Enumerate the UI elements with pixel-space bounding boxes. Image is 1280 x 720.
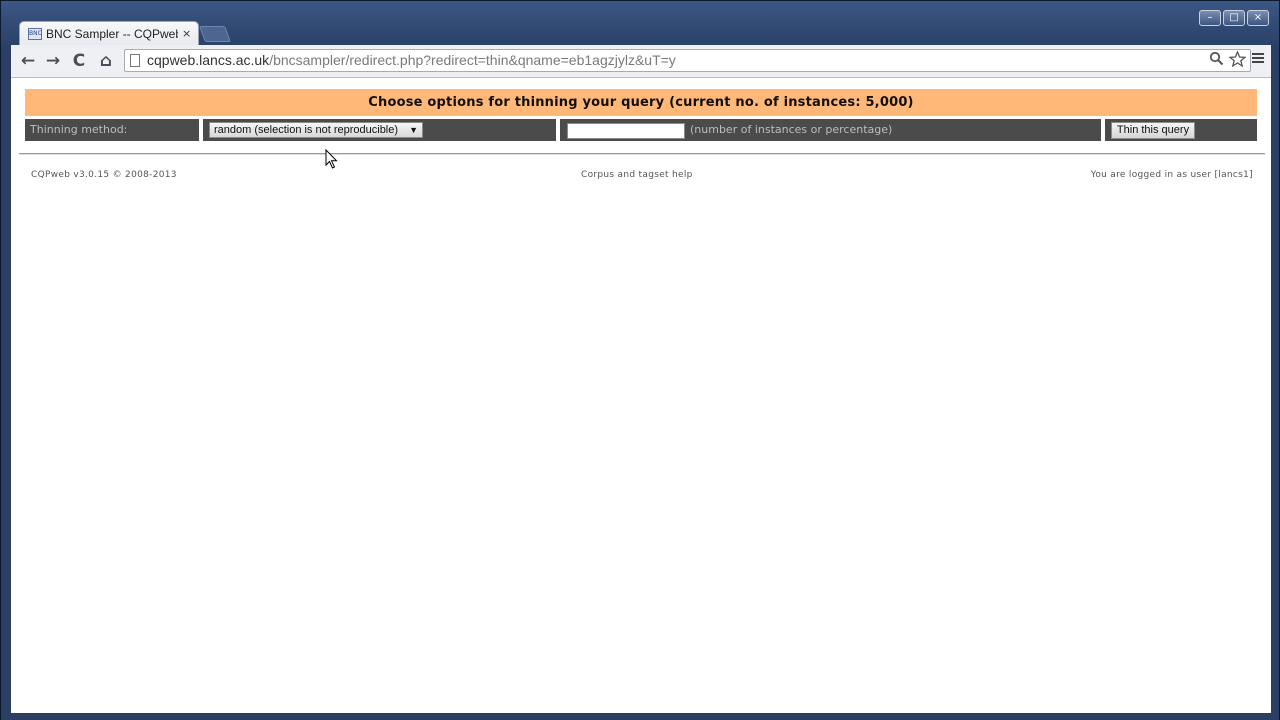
mouse-cursor-icon [325,149,338,169]
back-button[interactable]: ← [17,50,39,72]
thinning-method-label: Thinning method: [25,119,199,141]
method-select-cell: random (selection is not reproducible) ▼ [203,119,556,141]
count-input-hint: (number of instances or percentage) [690,123,893,136]
title-bar: BNC BNC Sampler -- CQPweb T × – □ × [1,1,1279,45]
browser-toolbar: ← → C ⌂ cqpweb.lancs.ac.uk/bncsampler/re… [11,45,1271,78]
page-content: Choose options for thinning your query (… [11,78,1271,713]
page-title: Choose options for thinning your query (… [25,89,1257,116]
thin-query-button[interactable]: Thin this query [1111,122,1195,139]
browser-window: BNC BNC Sampler -- CQPweb T × – □ × ← → … [0,0,1280,720]
tab-close-icon[interactable]: × [182,27,191,40]
thinning-options-row: Thinning method: random (selection is no… [25,119,1257,141]
login-status: You are logged in as user [lancs1] [1090,170,1253,180]
favicon-icon: BNC [28,27,42,40]
reload-button[interactable]: C [68,50,90,72]
browser-tab[interactable]: BNC BNC Sampler -- CQPweb T × [19,21,199,45]
hamburger-menu-icon[interactable] [1251,51,1265,69]
version-text: CQPweb v3.0.15 © 2008-2013 [31,170,177,180]
search-icon[interactable] [1209,51,1224,70]
url-text: cqpweb.lancs.ac.uk/bncsampler/redirect.p… [147,52,676,68]
dropdown-arrow-icon: ▼ [409,125,418,135]
submit-cell: Thin this query [1105,119,1257,141]
new-tab-button[interactable] [199,26,231,42]
window-bottom-frame [1,713,1279,720]
footer-divider [19,153,1265,155]
thinning-method-select[interactable]: random (selection is not reproducible) ▼ [209,122,423,138]
count-input-cell: (number of instances or percentage) [560,119,1101,141]
maximize-button[interactable]: □ [1223,10,1245,26]
corpus-help-link[interactable]: Corpus and tagset help [581,170,693,180]
close-window-button[interactable]: × [1247,10,1269,26]
tab-title: BNC Sampler -- CQPweb T [46,26,178,41]
address-bar[interactable]: cqpweb.lancs.ac.uk/bncsampler/redirect.p… [124,49,1251,72]
select-value: random (selection is not reproducible) [214,124,399,136]
url-path: /bncsampler/redirect.php?redirect=thin&q… [269,52,676,68]
window-controls: – □ × [1199,10,1269,26]
instance-count-input[interactable] [567,123,685,139]
star-icon[interactable] [1228,50,1247,71]
url-host: cqpweb.lancs.ac.uk [147,52,270,68]
minimize-button[interactable]: – [1199,10,1221,26]
forward-button[interactable]: → [42,50,64,72]
home-button[interactable]: ⌂ [95,50,117,72]
page-icon [130,54,140,67]
